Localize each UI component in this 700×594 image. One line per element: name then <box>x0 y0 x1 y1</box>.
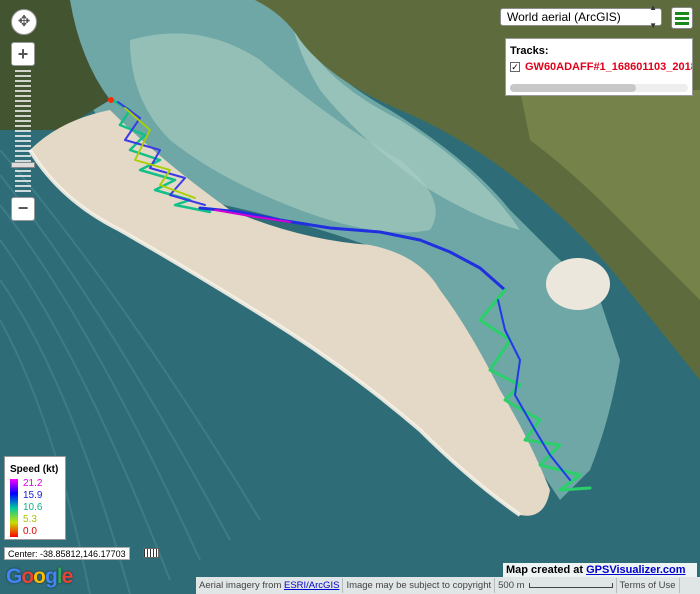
attribution-bar: Aerial imagery from ESRI/ArcGIS Image ma… <box>196 577 700 594</box>
scale-bar-line <box>528 583 613 588</box>
tracks-panel: Tracks: ✓ GW60ADAFF#1_168601103_2018 <box>505 38 693 96</box>
pan-compass-icon[interactable]: ✥ <box>11 9 37 35</box>
hamburger-icon <box>675 11 689 15</box>
scale-bar[interactable]: 500 m <box>495 578 617 593</box>
legend-value-3: 5.3 <box>23 514 37 525</box>
track-name[interactable]: GW60ADAFF#1_168601103_2018 <box>525 61 692 73</box>
scrollbar-thumb[interactable] <box>510 84 636 92</box>
tracks-title: Tracks: <box>510 45 549 57</box>
scale-label: 500 m <box>498 580 525 591</box>
legend-color-ramp <box>10 479 18 537</box>
zoom-in-button[interactable]: + <box>11 42 35 66</box>
track-start-marker <box>108 97 114 103</box>
track-row[interactable]: ✓ GW60ADAFF#1_168601103_2018 <box>510 61 692 73</box>
track-checkbox[interactable]: ✓ <box>510 62 520 72</box>
zoom-slider-thumb[interactable] <box>11 162 35 168</box>
legend-value-0: 21.2 <box>23 478 43 489</box>
made-with-credit: Map created at GPSVisualizer.com <box>503 563 697 577</box>
legend-value-1: 15.9 <box>23 490 43 501</box>
legend-value-2: 10.6 <box>23 502 43 513</box>
ruler-icon[interactable] <box>143 548 159 558</box>
legend-title: Speed (kt) <box>10 464 59 475</box>
map-type-label: World aerial (ArcGIS) <box>507 10 621 24</box>
copyright-notice: Image may be subject to copyright <box>343 578 496 593</box>
terms-link[interactable]: Terms of Use <box>617 578 680 593</box>
legend-value-4: 0.0 <box>23 526 37 537</box>
sand-dune <box>546 258 610 310</box>
speed-legend: Speed (kt) 21.2 15.9 10.6 5.3 0.0 <box>4 456 66 540</box>
menu-button[interactable] <box>671 7 693 29</box>
zoom-out-button[interactable]: − <box>11 197 35 221</box>
google-logo[interactable]: Google <box>6 565 73 589</box>
aerial-attribution: Aerial imagery from ESRI/ArcGIS <box>196 578 344 593</box>
chevron-updown-icon: ▲ ▼ <box>649 3 657 30</box>
gpsvisualizer-link[interactable]: GPSVisualizer.com <box>586 564 685 576</box>
tracks-scrollbar[interactable] <box>510 84 688 92</box>
zoom-slider-track[interactable] <box>15 70 31 192</box>
esri-link[interactable]: ESRI/ArcGIS <box>284 580 339 591</box>
map-type-select[interactable]: World aerial (ArcGIS) ▲ ▼ <box>500 3 662 30</box>
center-coordinates: Center: -38.85812,146.17703 <box>4 547 130 560</box>
